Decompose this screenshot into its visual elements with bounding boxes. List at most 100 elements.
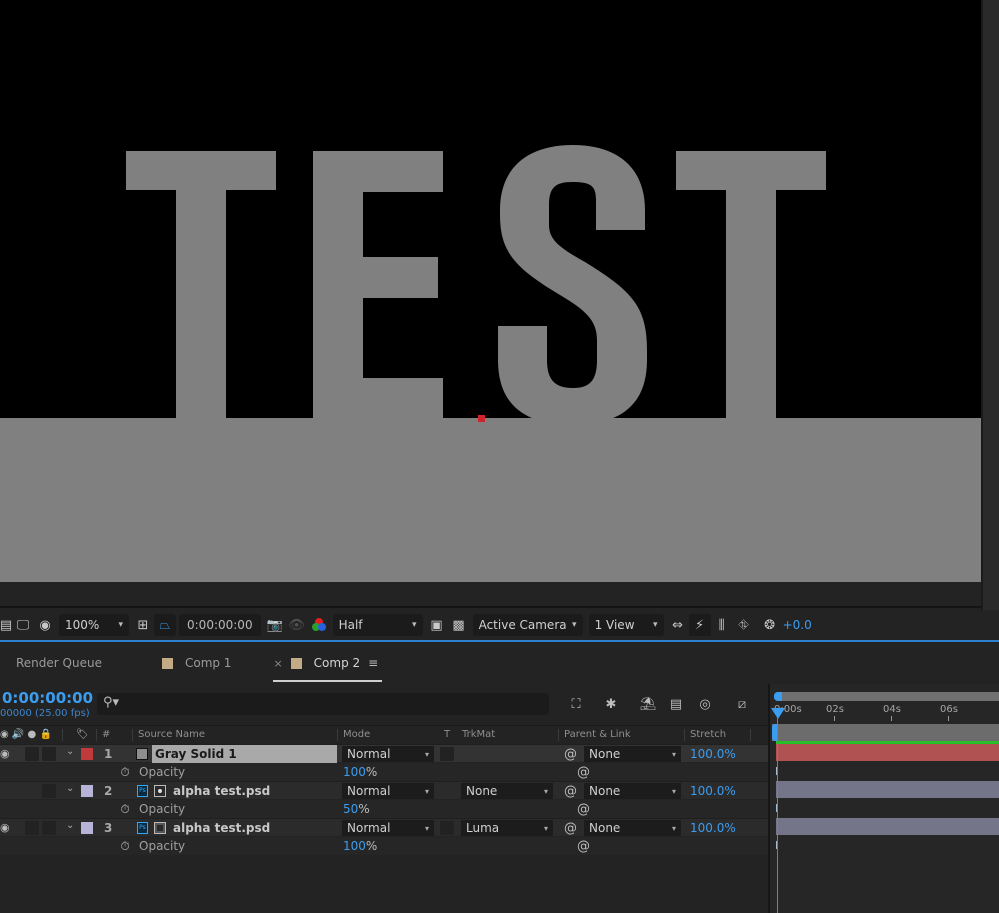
frame-blending-icon[interactable]: ▤: [665, 694, 687, 714]
camera-view-dropdown[interactable]: Active Camera ▾: [472, 614, 583, 636]
layer-name-field[interactable]: Gray Solid 1: [152, 745, 337, 763]
parent-dropdown[interactable]: None ▾: [584, 820, 681, 836]
property-value[interactable]: 100 %: [343, 763, 377, 781]
stretch-value[interactable]: 100.0%: [690, 782, 736, 800]
expand-chevron-icon[interactable]: ⌄: [66, 820, 74, 831]
layer-row[interactable]: ◉ ⌄ 1 Gray Solid 1 Normal ▾ @ None ▾ 100…: [0, 744, 768, 763]
region-of-interest-icon[interactable]: ⏢: [154, 614, 176, 636]
column-t[interactable]: T: [444, 729, 450, 740]
view-layout-dropdown[interactable]: 1 View ▾: [588, 614, 664, 636]
column-source-name[interactable]: Source Name: [138, 729, 205, 740]
layer-search-input[interactable]: ⚲▾: [97, 693, 549, 715]
toggle-pixel-aspect-icon[interactable]: ⇔: [667, 614, 689, 636]
expand-chevron-icon[interactable]: ⌄: [66, 783, 74, 794]
motion-blur-icon[interactable]: ◎: [694, 694, 716, 714]
eye-icon[interactable]: ◉: [0, 821, 10, 834]
timeline-graph[interactable]: 0:00s 02s 04s 06s I I I: [768, 684, 999, 913]
layer-label-color[interactable]: [81, 748, 93, 760]
property-pickwhip-icon[interactable]: @: [577, 837, 590, 855]
mask-visibility-icon[interactable]: ◉: [34, 614, 56, 636]
expand-chevron-icon[interactable]: ⌄: [66, 746, 74, 757]
solo-toggle[interactable]: [42, 784, 56, 798]
fast-previews-icon[interactable]: ▣: [426, 614, 448, 636]
always-preview-icon[interactable]: ▤: [0, 614, 12, 636]
snapshot-camera-icon[interactable]: 📷: [264, 614, 286, 636]
current-time-field[interactable]: 0:00:00:00: [179, 614, 261, 636]
parent-dropdown[interactable]: None ▾: [584, 746, 681, 762]
composition-canvas[interactable]: [0, 0, 981, 582]
magnification-dropdown[interactable]: 100% ▾: [59, 614, 129, 636]
stopwatch-icon[interactable]: ⏱: [118, 838, 132, 854]
tab-comp-1[interactable]: Comp 1: [161, 642, 231, 684]
stopwatch-icon[interactable]: ⏱: [118, 764, 132, 780]
property-value[interactable]: 50 %: [343, 800, 370, 818]
blend-mode-dropdown[interactable]: Normal ▾: [342, 820, 434, 836]
grid-guides-icon[interactable]: ⊞: [132, 614, 154, 636]
column-trkmat[interactable]: TrkMat: [462, 729, 495, 740]
parent-dropdown[interactable]: None ▾: [584, 783, 681, 799]
show-snapshot-icon[interactable]: 👁: [286, 614, 308, 636]
blend-mode-dropdown[interactable]: Normal ▾: [342, 746, 434, 762]
pickwhip-icon[interactable]: @: [564, 782, 577, 800]
layer-duration-bar[interactable]: [776, 744, 999, 761]
stretch-value[interactable]: 100.0%: [690, 819, 736, 837]
exposure-value[interactable]: +0.0: [783, 618, 812, 632]
viewer-scrollbar[interactable]: [981, 0, 999, 640]
draft-3d-icon[interactable]: ✱: [600, 694, 622, 714]
tab-comp-2[interactable]: × Comp 2 ≡: [273, 642, 382, 684]
layer-label-color[interactable]: [81, 785, 93, 797]
work-area-bar[interactable]: [772, 724, 999, 741]
track-matte-dropdown[interactable]: None ▾: [461, 783, 553, 799]
transparency-grid-icon[interactable]: ▩: [448, 614, 470, 636]
pickwhip-icon[interactable]: @: [564, 745, 577, 763]
preserve-transparency-toggle[interactable]: [440, 821, 454, 835]
property-pickwhip-icon[interactable]: @: [577, 800, 590, 818]
layer-name[interactable]: alpha test.psd: [173, 782, 270, 800]
graph-editor-icon[interactable]: ⧄: [731, 694, 753, 714]
anchor-point-marker[interactable]: [478, 415, 485, 422]
timeline-current-time[interactable]: 0:00:00:00: [2, 689, 93, 707]
layer-row[interactable]: ⌄ 2 Ps alpha test.psd Normal ▾ None ▾ @ …: [0, 781, 768, 799]
close-icon[interactable]: ×: [273, 657, 282, 670]
opacity-number[interactable]: 100: [343, 765, 366, 779]
playhead-line[interactable]: [777, 710, 778, 913]
time-navigator-bar[interactable]: [774, 692, 999, 701]
composition-mini-flowchart-icon[interactable]: ⛶: [565, 694, 587, 714]
solo-toggle[interactable]: [25, 821, 39, 835]
layer-duration-bar[interactable]: [776, 818, 999, 835]
layer-duration-bar[interactable]: [776, 781, 999, 798]
channel-rgb-icon[interactable]: [308, 614, 330, 636]
column-mode[interactable]: Mode: [343, 729, 370, 740]
opacity-number[interactable]: 50: [343, 802, 358, 816]
property-value[interactable]: 100 %: [343, 837, 377, 855]
resolution-dropdown[interactable]: Half ▾: [332, 614, 423, 636]
property-pickwhip-icon[interactable]: @: [577, 763, 590, 781]
layer-row[interactable]: ◉ ⌄ 3 Ps alpha test.psd Normal ▾ Luma ▾ …: [0, 818, 768, 836]
stopwatch-icon[interactable]: ⏱: [118, 801, 132, 817]
column-parent-link[interactable]: Parent & Link: [564, 729, 631, 740]
column-stretch[interactable]: Stretch: [690, 729, 726, 740]
blend-mode-dropdown[interactable]: Normal ▾: [342, 783, 434, 799]
solo-toggle[interactable]: [25, 747, 39, 761]
stretch-value[interactable]: 100.0%: [690, 745, 736, 763]
preserve-transparency-toggle[interactable]: [440, 747, 454, 761]
eye-icon[interactable]: ◉: [0, 747, 10, 760]
layer-label-color[interactable]: [81, 822, 93, 834]
track-matte-dropdown[interactable]: Luma ▾: [461, 820, 553, 836]
playhead-handle[interactable]: [771, 708, 785, 719]
flowchart-icon[interactable]: ⛗: [733, 614, 755, 636]
opacity-number[interactable]: 100: [343, 839, 366, 853]
shy-layers-icon[interactable]: ⛱: [637, 694, 659, 714]
reset-exposure-icon[interactable]: ❂: [759, 614, 781, 636]
panel-menu-icon[interactable]: ≡: [368, 656, 378, 670]
lock-toggle[interactable]: [42, 821, 56, 835]
layer-name[interactable]: alpha test.psd: [173, 819, 270, 837]
time-navigator-start-handle[interactable]: [774, 692, 782, 701]
timeline-icon[interactable]: ⫼: [711, 614, 733, 636]
monitor-icon[interactable]: 🖵: [12, 614, 34, 636]
tab-render-queue[interactable]: Render Queue: [16, 642, 102, 684]
lock-toggle[interactable]: [42, 747, 56, 761]
pickwhip-icon[interactable]: @: [564, 819, 577, 837]
fast-preview-icon[interactable]: ⚡: [688, 614, 711, 636]
column-number[interactable]: #: [102, 729, 110, 740]
